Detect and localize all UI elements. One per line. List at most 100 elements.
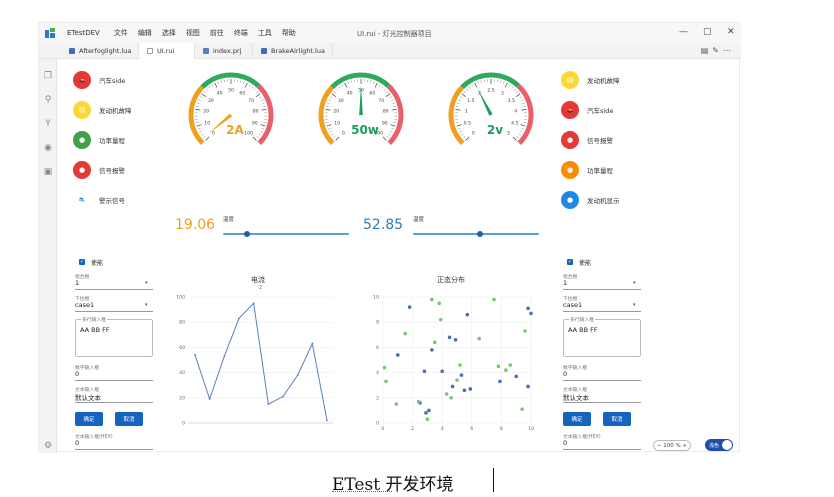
- tab-afterfoglight[interactable]: Afterfoglight.lua: [61, 43, 139, 59]
- gauge-tick: [243, 81, 245, 84]
- gauge-tick: [220, 80, 222, 83]
- scatter-point: [449, 396, 453, 400]
- enable-label: 使能: [91, 260, 104, 267]
- indicator-label: 发动机故障: [99, 107, 132, 115]
- gauge-tick: [195, 109, 201, 111]
- zoom-in-button[interactable]: +: [682, 443, 687, 449]
- eye-icon[interactable]: ◉: [43, 143, 53, 153]
- car-icon: 🚗: [73, 71, 91, 89]
- menu-file[interactable]: 文件: [114, 28, 128, 38]
- hex-input[interactable]: 0: [75, 439, 79, 447]
- gauge-tick: [378, 84, 381, 87]
- gauge-tick: [197, 102, 200, 104]
- combo-box[interactable]: 1: [75, 279, 79, 287]
- rui-file-icon: [147, 48, 153, 54]
- gauge-tick: [256, 136, 259, 139]
- menu-terminal[interactable]: 终端: [234, 28, 248, 38]
- chevron-down-icon[interactable]: ▾: [633, 302, 636, 308]
- menu-view[interactable]: 视图: [186, 28, 200, 38]
- theme-toggle[interactable]: 浅色: [705, 439, 733, 451]
- y-tick-label: 8: [376, 320, 379, 326]
- source-control-icon[interactable]: Y: [43, 119, 53, 129]
- close-button[interactable]: ✕: [727, 27, 735, 37]
- gauge-tick-label: 2.5: [487, 88, 494, 94]
- indicator-signal-alarm-right: ● 信号报警: [561, 131, 613, 149]
- zoom-out-button[interactable]: −: [657, 443, 662, 449]
- device-icon[interactable]: ▣: [43, 167, 53, 177]
- tab-brakeairlight[interactable]: BrakeAirlight.lua: [253, 43, 333, 59]
- search-icon[interactable]: ⚲: [43, 95, 53, 105]
- menu-help[interactable]: 帮助: [282, 28, 296, 38]
- gauge-tick: [461, 93, 467, 98]
- scatter-point: [427, 408, 431, 413]
- menu-edit[interactable]: 编辑: [138, 28, 152, 38]
- gauge-tick-label: 1.5: [467, 98, 474, 104]
- scatter-point: [462, 388, 467, 393]
- ok-button[interactable]: 确定: [563, 412, 591, 426]
- edit-icon[interactable]: ✎: [712, 46, 723, 55]
- y-tick-label: 2: [376, 395, 379, 401]
- number-input[interactable]: 0: [563, 370, 567, 378]
- gauge-tick-label: 40: [217, 90, 223, 96]
- menu-go[interactable]: 前往: [210, 28, 224, 38]
- chevron-down-icon[interactable]: ▾: [145, 302, 148, 308]
- hex-input[interactable]: 0: [563, 439, 567, 447]
- gauge-tick: [251, 86, 254, 89]
- gauge-tick: [463, 91, 466, 93]
- dropdown-select[interactable]: case1: [563, 301, 582, 309]
- slider-label-left: 温度: [223, 217, 235, 223]
- gauge-tick-label: 60: [239, 90, 245, 96]
- tab-index-prj[interactable]: index.prj: [195, 43, 253, 59]
- lua-file-icon: [261, 48, 267, 54]
- combo-box[interactable]: 1: [563, 279, 567, 287]
- slider-knob-left[interactable]: [243, 231, 250, 237]
- scatter-point: [523, 329, 527, 333]
- minimize-button[interactable]: —: [679, 27, 688, 37]
- current-line-chart: 0 20 40 60 80 100: [176, 295, 333, 427]
- gauge-tick: [391, 99, 394, 101]
- tab-ui-rui[interactable]: UI.rui: [139, 43, 195, 59]
- gauge-tick: [201, 133, 204, 136]
- normal-distribution-scatter-chart: 0 2 4 6 8 10 0 2 4 6 8 10: [373, 295, 534, 433]
- dropdown-select[interactable]: case1: [75, 301, 94, 309]
- text-input[interactable]: 默认文本: [563, 392, 589, 402]
- maximize-button[interactable]: ▢: [703, 27, 712, 37]
- temperature-slider-left[interactable]: [223, 233, 349, 235]
- enable-checkbox[interactable]: ✓: [79, 259, 85, 265]
- indicator-power-range-right: ● 功率量程: [561, 161, 613, 179]
- number-input[interactable]: 0: [75, 370, 79, 378]
- cancel-button[interactable]: 取消: [115, 412, 143, 426]
- gauge-tick: [456, 124, 462, 127]
- gauge-value-label: 2v: [487, 123, 503, 137]
- enable-checkbox[interactable]: ✓: [567, 259, 573, 265]
- zoom-control[interactable]: − 100 % +: [653, 440, 691, 451]
- settings-gear-icon[interactable]: ⚙: [43, 441, 53, 451]
- scatter-point: [526, 306, 530, 311]
- ok-button[interactable]: 确定: [75, 412, 103, 426]
- gauge-tick: [461, 133, 464, 136]
- gauge-tick: [252, 136, 257, 141]
- slider-knob-right[interactable]: [476, 231, 483, 237]
- split-editor-icon[interactable]: ▤: [701, 46, 713, 55]
- gauge-tick-label: 80: [253, 109, 259, 115]
- gauge-tick: [327, 128, 331, 130]
- menu-tools[interactable]: 工具: [258, 28, 272, 38]
- chevron-down-icon[interactable]: ▾: [145, 280, 148, 286]
- gauge-tick: [256, 91, 259, 93]
- menu-selection[interactable]: 选择: [162, 28, 176, 38]
- chevron-down-icon[interactable]: ▾: [633, 280, 636, 286]
- explorer-icon[interactable]: ❐: [43, 71, 53, 81]
- multiline-input[interactable]: [75, 319, 153, 357]
- text-input[interactable]: 默认文本: [75, 392, 101, 402]
- multiline-input[interactable]: [563, 319, 641, 357]
- gauge-tick: [325, 109, 331, 111]
- gauge-tick: [259, 96, 263, 99]
- indicator-engine-display-right: ● 发动机显示: [561, 191, 620, 209]
- gauge-tick: [459, 130, 462, 133]
- more-icon[interactable]: ⋯: [723, 46, 735, 55]
- scatter-point: [459, 373, 464, 377]
- cancel-button[interactable]: 取消: [603, 412, 631, 426]
- indicator-engine-fault-left: ▤ 发动机故障: [73, 101, 132, 119]
- gauge-tick: [383, 88, 386, 91]
- scatter-point: [394, 402, 399, 406]
